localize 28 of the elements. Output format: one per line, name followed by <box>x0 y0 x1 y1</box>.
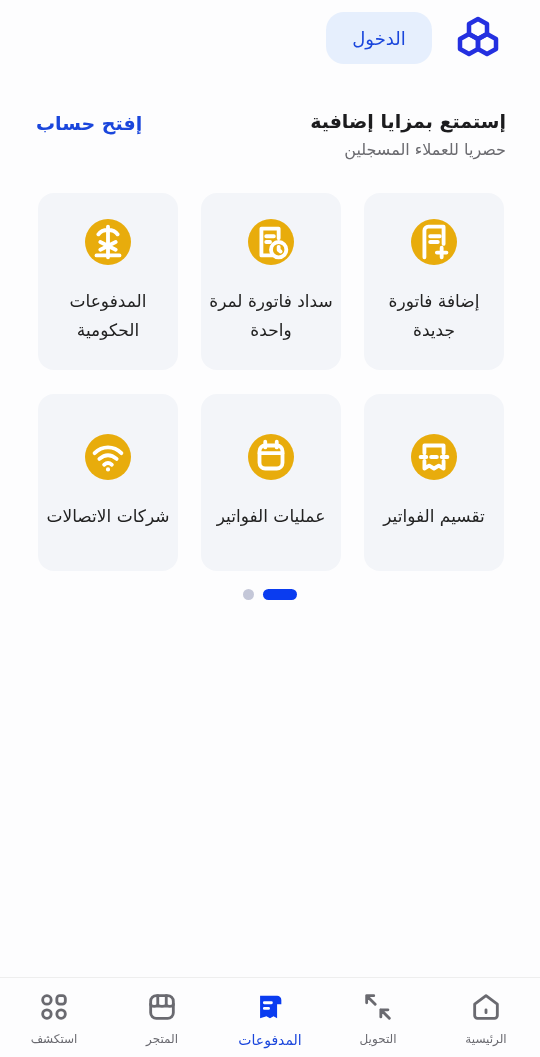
nav-tab[interactable]: المدفوعات <box>220 984 320 1057</box>
service-label: عمليات الفواتير <box>216 505 326 528</box>
service-card[interactable]: سداد فاتورة لمرة واحدة <box>201 193 341 370</box>
service-card[interactable]: المدفوعات الحكومية <box>38 193 178 370</box>
split-bill-icon <box>411 434 457 480</box>
service-card[interactable]: إضافة فاتورة جديدة <box>364 193 504 370</box>
nav-tab[interactable]: المتجر <box>112 984 212 1057</box>
promo-title: إستمتع بمزايا إضافية <box>310 110 506 132</box>
service-label: إضافة فاتورة جديدة <box>387 289 481 342</box>
service-label: سداد فاتورة لمرة واحدة <box>208 289 334 342</box>
service-card[interactable]: تقسيم الفواتير <box>364 394 504 571</box>
wifi-icon <box>85 434 131 480</box>
promo-subtitle: حصريا للعملاء المسجلين <box>343 140 506 159</box>
nav-tab[interactable]: استكشف <box>4 984 104 1057</box>
login-button[interactable]: الدخول <box>326 12 432 64</box>
emblem-icon <box>85 218 131 265</box>
bill-clock-icon <box>248 218 294 265</box>
service-card[interactable]: عمليات الفواتير <box>201 394 341 571</box>
calendar-icon <box>248 434 294 480</box>
service-label: تقسيم الفواتير <box>383 505 485 528</box>
nav-tab[interactable]: التحويل <box>328 984 428 1057</box>
service-label: المدفوعات الحكومية <box>68 289 148 342</box>
page-indicator[interactable] <box>263 589 297 600</box>
service-label: شركات الاتصالات <box>46 505 170 528</box>
open-account-link[interactable]: إفتح حساب <box>36 110 143 134</box>
nav-tab[interactable]: الرئيسية <box>436 984 536 1057</box>
bill-add-icon <box>411 218 457 265</box>
service-card[interactable]: شركات الاتصالات <box>38 394 178 571</box>
